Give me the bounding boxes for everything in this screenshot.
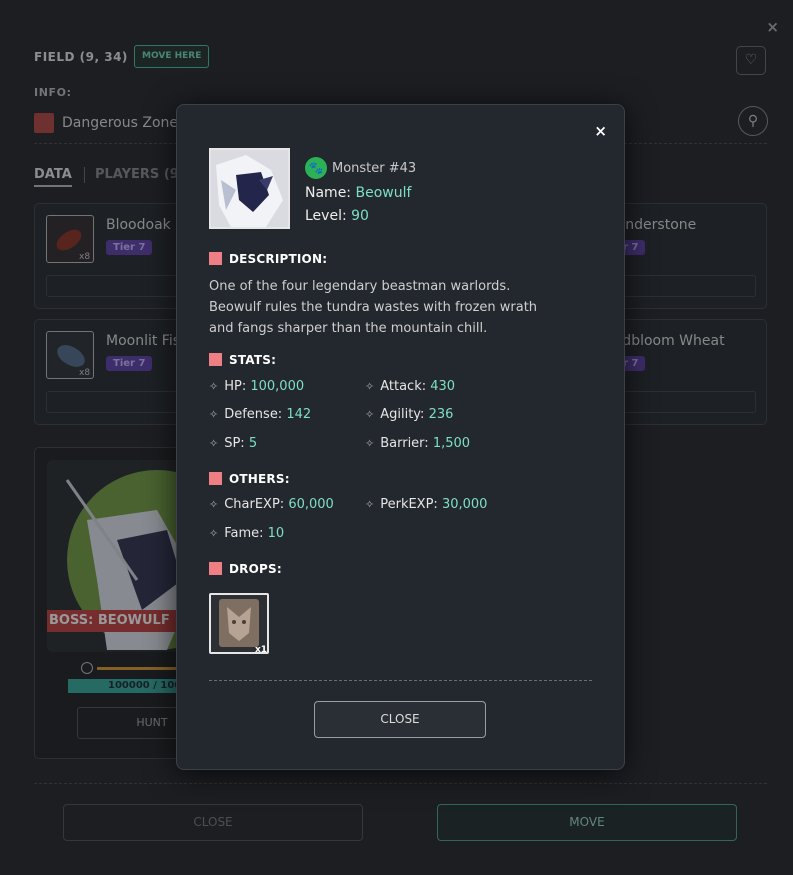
monster-level: Level: 90	[305, 208, 369, 224]
drop-qty: x1	[255, 645, 268, 655]
stat-defense: ✧ Defense: 142	[209, 407, 312, 422]
item-qty: x8	[79, 252, 91, 262]
close-icon[interactable]: ×	[766, 18, 779, 36]
heart-icon[interactable]: ♡	[736, 46, 766, 75]
tab-data[interactable]: DATA	[34, 167, 72, 187]
stat-hp: ✧ HP: 100,000	[209, 379, 305, 394]
divider	[34, 783, 767, 784]
tab-divider	[84, 167, 85, 183]
tab-players[interactable]: PLAYERS (9)	[95, 167, 185, 182]
item-qty: x8	[79, 368, 91, 378]
stat-char-exp: ✧ CharEXP: 60,000	[209, 497, 334, 512]
monster-number: Monster #43	[332, 161, 417, 176]
tier-badge: Tier 7	[106, 356, 153, 371]
stat-fame: ✧ Fame: 10	[209, 526, 285, 541]
move-button[interactable]: MOVE	[437, 804, 737, 841]
others-heading: OTHERS:	[209, 472, 290, 486]
drops-heading: DROPS:	[209, 562, 282, 576]
stats-heading: STATS:	[209, 353, 276, 367]
divider	[209, 680, 592, 681]
monster-detail-modal: × 🐾 Monster #43 Name: Beowulf Level: 90 …	[176, 104, 625, 770]
stat-attack: ✧ Attack: 430	[365, 379, 456, 394]
item-name: Bloodoak	[106, 217, 171, 233]
zone-color-swatch	[34, 113, 54, 133]
monster-description: One of the four legendary beastman warlo…	[209, 279, 538, 336]
field-title: FIELD (9, 34)	[34, 50, 128, 64]
stat-sp: ✧ SP: 5	[209, 436, 258, 451]
modal-close-button[interactable]: CLOSE	[314, 701, 486, 738]
location-pin-icon[interactable]: ⚲	[738, 106, 768, 136]
info-label: INFO:	[34, 86, 72, 99]
move-here-button[interactable]: MOVE HERE	[134, 45, 210, 68]
description-heading: DESCRIPTION:	[209, 252, 327, 266]
close-button[interactable]: CLOSE	[63, 804, 363, 841]
monster-portrait	[209, 148, 290, 229]
stat-perk-exp: ✧ PerkEXP: 30,000	[365, 497, 488, 512]
tier-badge: Tier 7	[106, 240, 153, 255]
stat-barrier: ✧ Barrier: 1,500	[365, 436, 471, 451]
stat-agility: ✧ Agility: 236	[365, 407, 454, 422]
shield-icon	[81, 662, 93, 674]
zone-label: Dangerous Zone	[62, 115, 179, 131]
paw-icon: 🐾	[305, 157, 327, 179]
monster-name: Name: Beowulf	[305, 185, 412, 201]
close-icon[interactable]: ×	[594, 122, 607, 140]
